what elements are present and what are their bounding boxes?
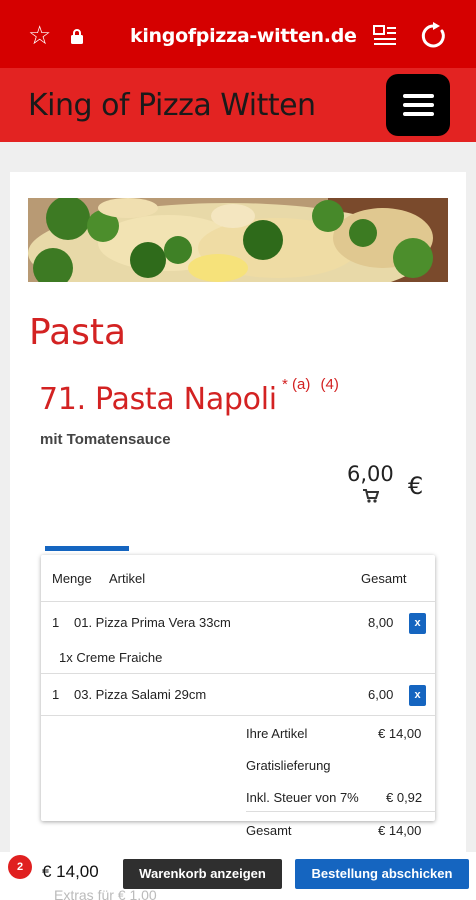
summary-total-label: Gesamt xyxy=(246,823,292,838)
cart-total: € 14,00 xyxy=(42,862,99,881)
item-extra: 1x Creme Fraiche xyxy=(59,650,163,665)
star-icon[interactable]: ☆ xyxy=(28,22,51,48)
basket-table: Menge Artikel Gesamt 1 01. Pizza Prima V… xyxy=(41,555,435,838)
summary-items-label: Ihre Artikel xyxy=(246,726,308,741)
header-total: Gesamt xyxy=(361,571,407,586)
dish-marker-4[interactable]: (4) xyxy=(321,376,339,393)
item-qty: 1 xyxy=(52,687,60,702)
lock-icon xyxy=(71,29,83,44)
site-header: King of Pizza Witten xyxy=(0,68,476,142)
basket-tab-indicator xyxy=(45,546,129,551)
item-price: 8,00 xyxy=(368,615,394,630)
item-qty: 1 xyxy=(52,615,60,630)
dish-marker-a[interactable]: (a) xyxy=(292,376,310,393)
remove-item-button[interactable]: x xyxy=(409,613,426,634)
summary-tax-label: Inkl. Steuer von 7% xyxy=(246,790,359,805)
reload-icon[interactable] xyxy=(420,22,448,50)
summary-items-value: € 14,00 xyxy=(378,726,422,741)
checkout-button[interactable]: Bestellung abschicken xyxy=(295,859,469,889)
summary-divider xyxy=(246,811,435,812)
summary-delivery-label: Gratislieferung xyxy=(246,758,331,773)
dish-description: mit Tomatensauce xyxy=(40,431,171,448)
reader-mode-icon[interactable] xyxy=(373,24,397,46)
category-title: Pasta xyxy=(29,312,127,353)
summary-tax-value: € 0,92 xyxy=(386,790,423,805)
show-cart-button[interactable]: Warenkorb anzeigen xyxy=(123,859,282,889)
browser-toolbar: ☆ kingofpizza-witten.de xyxy=(0,0,476,68)
site-title[interactable]: King of Pizza Witten xyxy=(28,88,316,123)
cart-count-badge[interactable]: 2 xyxy=(8,855,32,879)
dish-currency: € xyxy=(408,472,424,500)
basket-item-row: 1 03. Pizza Salami 29cm 6,00 x xyxy=(41,674,435,716)
summary-total-value: € 14,00 xyxy=(378,823,422,838)
header-qty: Menge xyxy=(52,571,92,586)
basket-item-row: 1 01. Pizza Prima Vera 33cm 8,00 x 1x Cr… xyxy=(41,602,435,674)
item-name: 01. Pizza Prima Vera 33cm xyxy=(74,615,231,630)
pasta-banner-image xyxy=(28,198,448,282)
url-bar[interactable]: kingofpizza-witten.de xyxy=(130,25,357,47)
dish-asterisk: * xyxy=(282,376,288,393)
hamburger-menu-icon[interactable] xyxy=(386,74,450,136)
remove-item-button[interactable]: x xyxy=(409,685,426,706)
menu-content-card: Pasta 71. Pasta Napoli * (a) (4) mit Tom… xyxy=(10,172,466,900)
cart-icon[interactable] xyxy=(363,489,379,503)
header-article: Artikel xyxy=(109,571,146,586)
item-price: 6,00 xyxy=(368,687,394,702)
dish-allergen-markers: * (a) (4) xyxy=(282,376,339,393)
basket-header-row: Menge Artikel Gesamt xyxy=(41,555,435,602)
dish-name[interactable]: 71. Pasta Napoli xyxy=(39,382,277,417)
dish-price[interactable]: 6,00 xyxy=(347,462,394,486)
item-name: 03. Pizza Salami 29cm xyxy=(74,687,207,702)
